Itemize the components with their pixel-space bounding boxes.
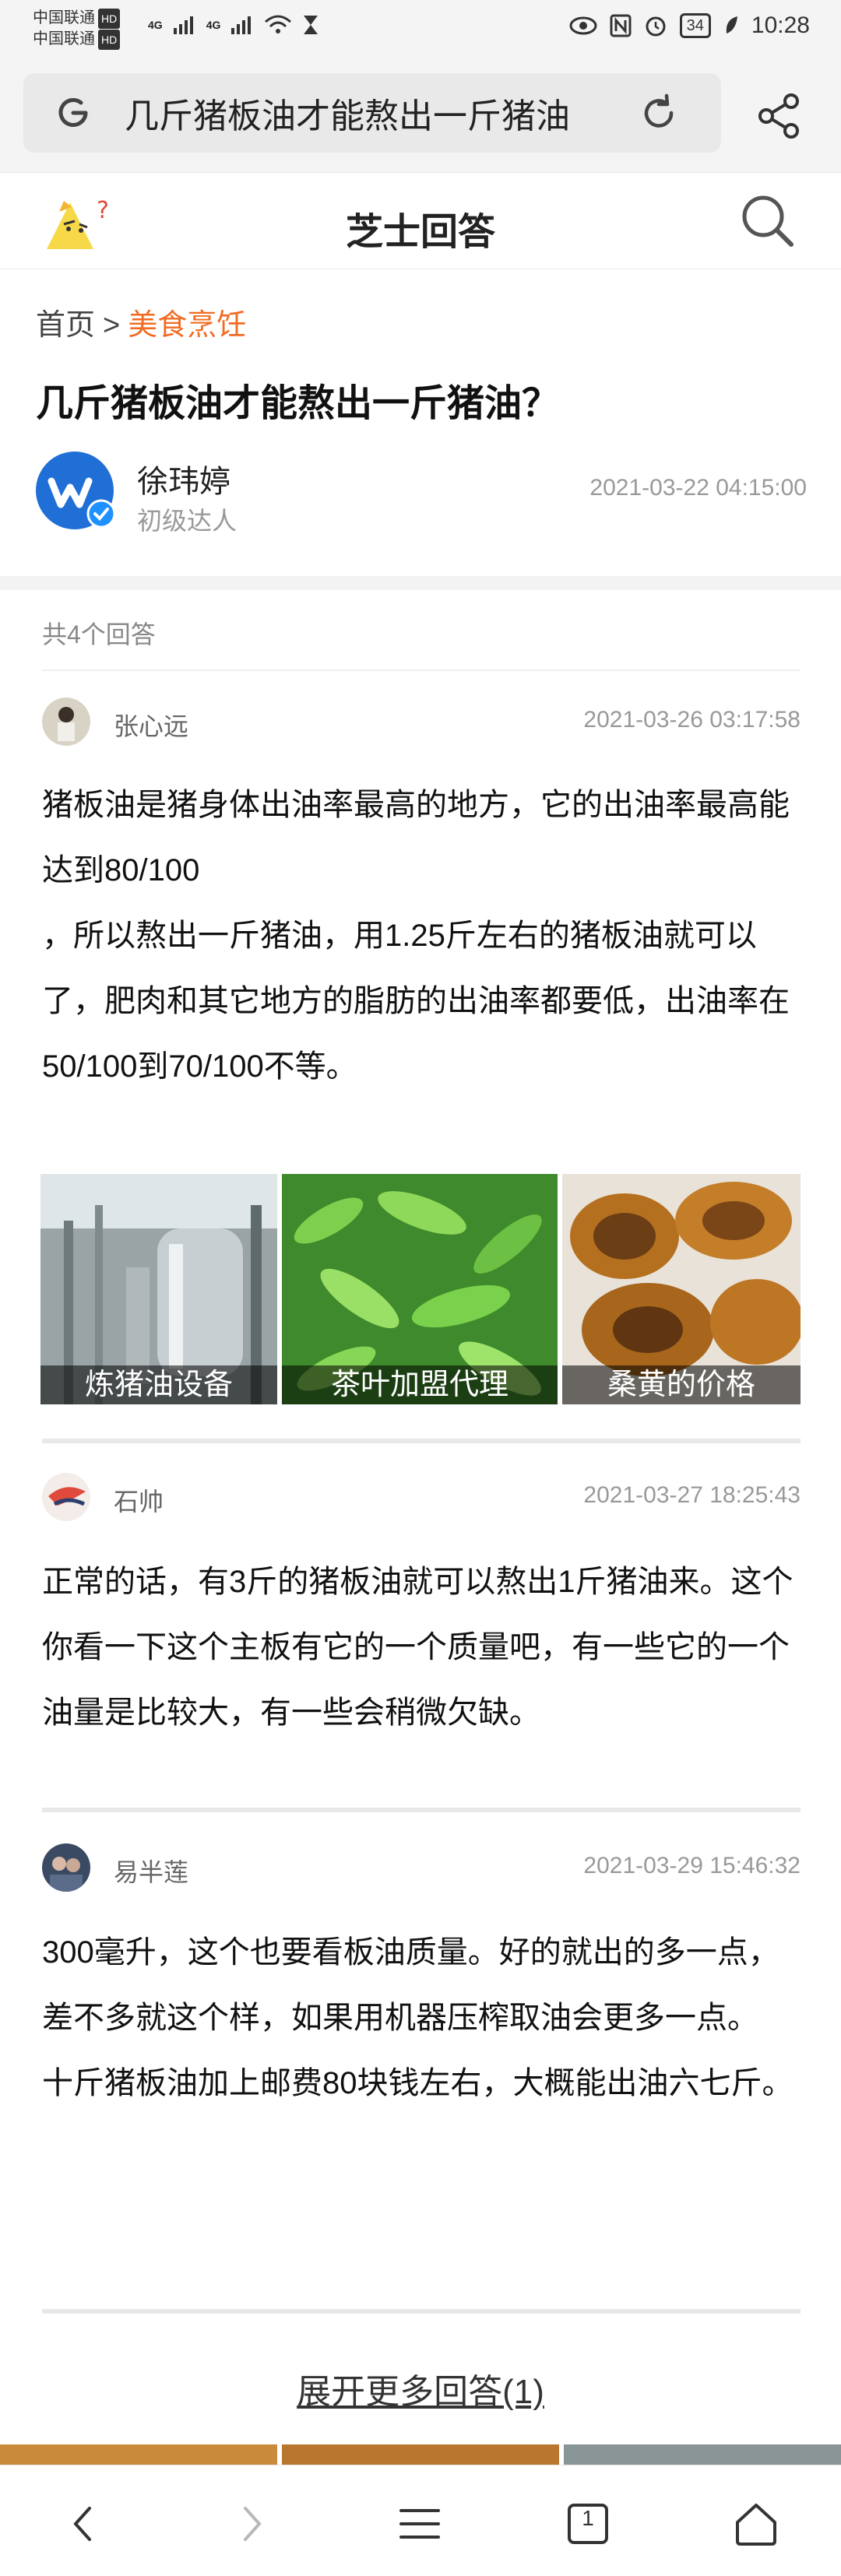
bottom-nav: 1 bbox=[0, 2465, 841, 2576]
answer-body: 正常的话，有3斤的猪板油就可以熬出1斤猪油来。这个你看一下这个主板有它的一个质量… bbox=[42, 1549, 805, 1745]
share-icon[interactable] bbox=[752, 89, 807, 143]
tabs-button[interactable]: 1 bbox=[553, 2489, 623, 2559]
leaf-icon bbox=[726, 16, 737, 33]
answer-body: 300毫升，这个也要看板油质量。好的就出的多一点，差不多就这个样，如果用机器压榨… bbox=[42, 1920, 805, 2116]
tab-count: 1 bbox=[582, 2506, 594, 2530]
answerer-name[interactable]: 石帅 bbox=[114, 1482, 164, 1518]
home-icon bbox=[736, 2504, 776, 2546]
answer-count: 共4个回答 bbox=[42, 620, 156, 648]
avatar[interactable] bbox=[42, 1473, 90, 1521]
answerer-name[interactable]: 易半莲 bbox=[114, 1853, 188, 1889]
net-type-1: 4G bbox=[148, 19, 163, 31]
peek-image bbox=[282, 2444, 559, 2465]
answer-time: 2021-03-26 03:17:58 bbox=[583, 707, 801, 733]
answer-time: 2021-03-27 18:25:43 bbox=[583, 1482, 801, 1508]
question-time: 2021-03-22 04:15:00 bbox=[589, 475, 807, 501]
menu-icon bbox=[399, 2509, 440, 2539]
home-button[interactable] bbox=[721, 2489, 791, 2559]
gallery-item[interactable]: 茶叶加盟代理 bbox=[282, 1174, 558, 1404]
asker-name[interactable]: 徐玮婷 bbox=[137, 456, 230, 501]
gallery-caption: 茶叶加盟代理 bbox=[282, 1365, 558, 1404]
status-bar: 中国联通 HD 中国联通 HD 4G 4G 34 10:28 bbox=[0, 0, 841, 56]
divider bbox=[42, 1439, 801, 1443]
gallery-item[interactable]: 桑黄的价格 bbox=[562, 1174, 801, 1404]
carrier-1: 中国联通 bbox=[33, 9, 95, 26]
answer-paragraph: 猪板油是猪身体出油率最高的地方，它的出油率最高能达到80/100 bbox=[42, 788, 790, 887]
ad-gallery: 炼猪油设备 茶叶加盟代理 桑黄的价格 bbox=[40, 1174, 801, 1404]
avatar[interactable] bbox=[42, 698, 90, 746]
gallery-caption: 炼猪油设备 bbox=[40, 1365, 277, 1404]
google-icon[interactable] bbox=[51, 91, 95, 135]
battery-indicator: 34 bbox=[679, 13, 711, 38]
hd-badge: HD bbox=[98, 9, 121, 29]
address-bar[interactable]: 几斤猪板油才能熬出一斤猪油 bbox=[23, 73, 721, 153]
signal-icon bbox=[231, 16, 252, 34]
status-right: 34 10:28 bbox=[569, 12, 810, 39]
answer-paragraph: ，所以熬出一斤猪油，用1.25斤左右的猪板油就可以了，肥肉和其它地方的脂肪的出油… bbox=[42, 919, 790, 1084]
section-divider bbox=[0, 576, 841, 590]
breadcrumb: 首页 > 美食烹饪 bbox=[36, 300, 246, 343]
hourglass-icon bbox=[304, 16, 318, 34]
question-title: 几斤猪板油才能熬出一斤猪油？ bbox=[36, 383, 560, 424]
gallery-caption: 桑黄的价格 bbox=[562, 1365, 801, 1404]
site-title: 芝士回答 bbox=[345, 212, 495, 253]
asker-level: 初级达人 bbox=[137, 507, 238, 535]
chevron-left-icon bbox=[73, 2507, 91, 2541]
answerer-name[interactable]: 张心远 bbox=[114, 707, 188, 743]
divider bbox=[42, 2309, 801, 2314]
net-type-2: 4G bbox=[206, 19, 221, 31]
divider bbox=[42, 1808, 801, 1812]
carrier-2: 中国联通 bbox=[33, 30, 95, 47]
answer-time: 2021-03-29 15:46:32 bbox=[583, 1853, 801, 1878]
nfc-icon bbox=[610, 14, 632, 37]
alarm-icon bbox=[646, 16, 666, 37]
answer-paragraph: 300毫升，这个也要看板油质量。好的就出的多一点，差不多就这个样，如果用机器压榨… bbox=[42, 1935, 779, 2035]
browser-toolbar: 几斤猪板油才能熬出一斤猪油 bbox=[0, 56, 841, 173]
breadcrumb-category[interactable]: 美食烹饪 bbox=[128, 309, 246, 342]
carrier-info: 中国联通 HD 中国联通 HD bbox=[33, 8, 121, 50]
peek-image bbox=[0, 2444, 277, 2465]
gallery-item[interactable]: 炼猪油设备 bbox=[40, 1174, 277, 1404]
chevron-right-icon bbox=[244, 2507, 262, 2541]
site-header: ? 芝士回答 bbox=[0, 173, 841, 269]
clock: 10:28 bbox=[751, 12, 810, 38]
answer-body: 猪板油是猪身体出油率最高的地方，它的出油率最高能达到80/100 ，所以熬出一斤… bbox=[42, 772, 805, 1099]
eye-icon bbox=[569, 16, 597, 35]
expand-more-answers[interactable]: 展开更多回答(1) bbox=[0, 2363, 841, 2413]
menu-button[interactable] bbox=[385, 2489, 455, 2559]
reload-icon[interactable] bbox=[637, 91, 681, 135]
breadcrumb-home[interactable]: 首页 bbox=[36, 309, 95, 342]
forward-button[interactable] bbox=[216, 2489, 287, 2559]
asker-avatar[interactable] bbox=[34, 450, 115, 531]
expand-more-label[interactable]: 展开更多回答(1) bbox=[297, 2373, 544, 2411]
hd-badge: HD bbox=[98, 30, 121, 50]
divider bbox=[42, 669, 801, 671]
breadcrumb-separator: > bbox=[103, 309, 121, 342]
back-button[interactable] bbox=[48, 2489, 118, 2559]
answer-paragraph: 正常的话，有3斤的猪板油就可以熬出1斤猪油来。这个你看一下这个主板有它的一个质量… bbox=[42, 1565, 793, 1730]
peek-image bbox=[564, 2444, 841, 2465]
url-text[interactable]: 几斤猪板油才能熬出一斤猪油 bbox=[125, 88, 623, 138]
wifi-icon bbox=[265, 15, 292, 33]
signal-icon bbox=[173, 16, 193, 34]
signal-icons: 4G 4G bbox=[148, 14, 320, 36]
search-icon[interactable] bbox=[735, 188, 801, 254]
avatar[interactable] bbox=[42, 1843, 90, 1892]
answer-paragraph: 十斤猪板油加上邮费80块钱左右，大概能出油六七斤。 bbox=[42, 2066, 793, 2100]
